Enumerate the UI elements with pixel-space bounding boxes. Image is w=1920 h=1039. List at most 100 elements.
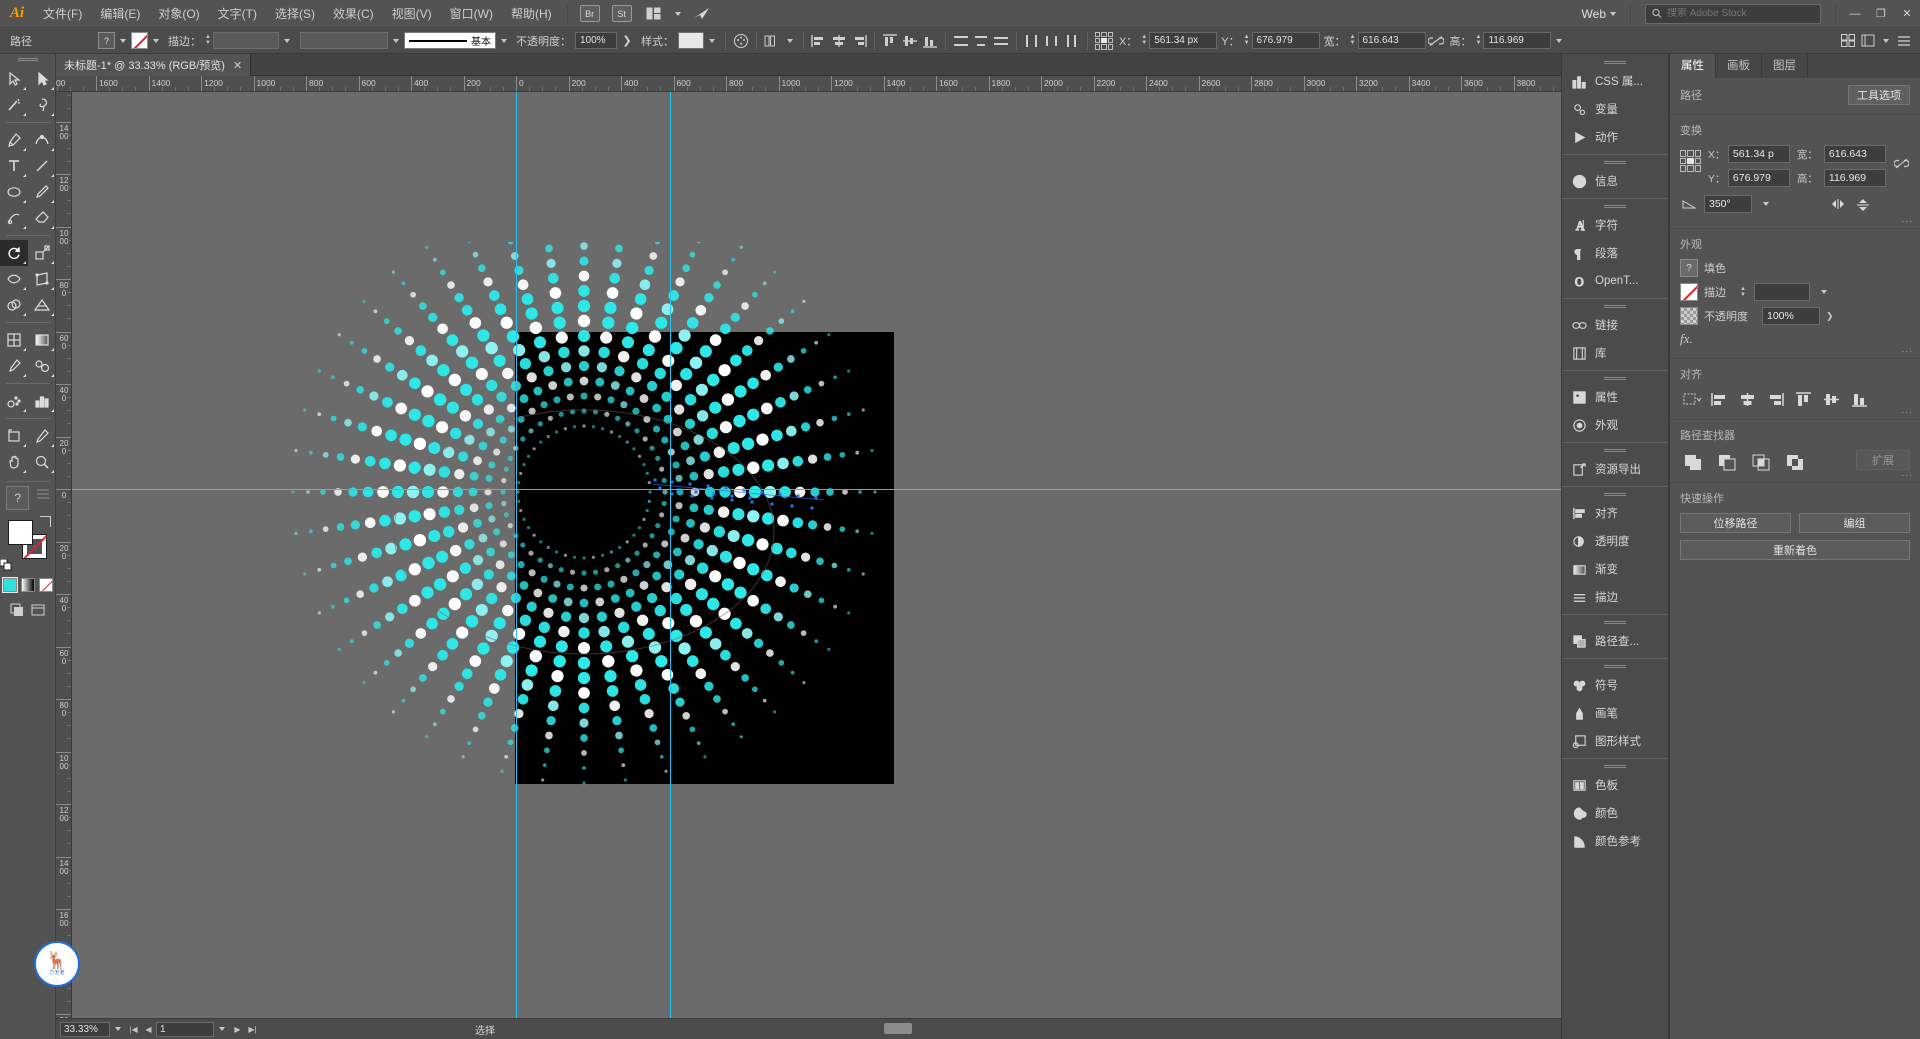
window-restore-button[interactable]: ❐ (1868, 0, 1894, 28)
width-tool[interactable] (0, 266, 28, 292)
scale-tool[interactable] (28, 240, 56, 266)
tab-properties[interactable]: 属性 (1670, 54, 1716, 78)
appearance-more-options-icon[interactable]: ... (1902, 344, 1913, 355)
paintbrush-tool[interactable] (28, 179, 56, 205)
offset-path-button[interactable]: 位移路径 (1680, 513, 1791, 533)
rocket-icon[interactable] (689, 4, 715, 24)
stroke-color-swatch[interactable] (131, 32, 148, 49)
guide-vertical-left[interactable] (516, 92, 517, 1018)
menu-edit[interactable]: 编辑(E) (91, 0, 149, 28)
angle-chevron-down-icon[interactable] (1763, 202, 1769, 206)
stroke-weight-field[interactable] (212, 32, 279, 49)
align-left-icon[interactable] (1708, 389, 1731, 410)
lasso-tool[interactable] (28, 92, 56, 118)
column-graph-tool[interactable] (28, 388, 56, 414)
menu-effect[interactable]: 效果(C) (324, 0, 383, 28)
radial-dot-burst-artwork[interactable] (284, 242, 884, 842)
exclude-icon[interactable] (1782, 450, 1807, 473)
rotate-angle-field[interactable]: 350° (1704, 195, 1752, 213)
artboard-number-field[interactable]: 1 (156, 1021, 214, 1037)
reference-point-selector[interactable] (1093, 30, 1115, 52)
menu-file[interactable]: 文件(F) (34, 0, 91, 28)
dock-item-align[interactable]: 对齐 (1562, 499, 1668, 527)
transform-w-field[interactable]: 616.643 (1357, 32, 1426, 49)
distribute-right-icon[interactable] (1062, 31, 1082, 51)
dock-group-grip[interactable] (1562, 762, 1668, 771)
align-right-icon[interactable] (849, 31, 869, 51)
fx-button[interactable]: fx. (1680, 331, 1693, 347)
artboard-chevron-down-icon[interactable] (219, 1027, 225, 1031)
magic-wand-tool[interactable] (0, 92, 28, 118)
zoom-chevron-down-icon[interactable] (115, 1027, 121, 1031)
brush-chevron-down-icon[interactable] (500, 38, 507, 43)
transform-w-field[interactable]: 616.643 (1823, 145, 1886, 163)
stroke-profile-field[interactable] (299, 32, 388, 49)
shaper-tool[interactable] (0, 205, 28, 231)
align-left-icon[interactable] (809, 31, 829, 51)
tab-artboards[interactable]: 画板 (1716, 54, 1762, 78)
align-top-icon[interactable] (1792, 389, 1815, 410)
dock-group-grip[interactable] (1562, 490, 1668, 499)
dock-item-properties[interactable]: 属性 (1562, 383, 1668, 411)
search-input[interactable] (1666, 8, 1814, 19)
menu-window[interactable]: 窗口(W) (441, 0, 502, 28)
dock-item-variables[interactable]: 变量 (1562, 95, 1668, 123)
symbol-sprayer-tool[interactable] (0, 388, 28, 414)
appearance-stroke-swatch[interactable] (1680, 283, 1698, 301)
canvas-area[interactable] (72, 92, 1561, 1018)
flip-vertical-icon[interactable] (1854, 195, 1872, 213)
stroke-weight-stepper[interactable]: ▲ ▼ (205, 34, 211, 46)
last-page-icon[interactable]: ▶| (245, 1021, 260, 1038)
opacity-options-arrow-icon[interactable]: ❯ (1826, 311, 1834, 322)
prev-page-icon[interactable]: ◀ (141, 1021, 156, 1038)
transform-h-stepper[interactable]: ▲ ▼ (1476, 34, 1482, 46)
transform-y-field[interactable]: 676.979 (1251, 32, 1320, 49)
brush-definition-preview[interactable]: 基本 (403, 32, 496, 49)
distribute-top-icon[interactable] (951, 31, 971, 51)
workspace-switcher[interactable]: Web (1574, 3, 1624, 25)
recolor-artwork-icon[interactable] (731, 31, 751, 51)
blend-tool[interactable] (28, 353, 56, 379)
none-swatch-button[interactable] (38, 578, 53, 592)
dock-item-color[interactable]: 颜色 (1562, 799, 1668, 827)
close-icon[interactable]: ✕ (233, 59, 242, 72)
zoom-level-field[interactable]: 33.33% (60, 1021, 110, 1037)
dock-item-swatches[interactable]: 色板 (1562, 771, 1668, 799)
window-close-button[interactable]: ✕ (1894, 0, 1920, 28)
guide-vertical-right[interactable] (670, 92, 671, 1018)
dock-item-graphic-styles[interactable]: 图形样式 (1562, 727, 1668, 755)
stroke-weight-chevron-down-icon[interactable] (283, 38, 290, 43)
dock-group-grip[interactable] (1562, 302, 1668, 311)
horizontal-scrollbar-thumb[interactable] (884, 1023, 912, 1034)
distribute-center-h-icon[interactable] (1042, 31, 1062, 51)
eyedropper-tool[interactable] (0, 353, 28, 379)
style-chevron-down-icon[interactable] (708, 38, 715, 43)
dock-item-links[interactable]: 链接 (1562, 311, 1668, 339)
document-setup-icon[interactable] (1858, 31, 1878, 51)
transform-h-field[interactable]: 116.969 (1483, 32, 1552, 49)
workspace-options-chevron-down-icon[interactable] (1883, 38, 1889, 43)
zoom-tool[interactable] (28, 449, 56, 475)
align-bottom-icon[interactable] (920, 31, 940, 51)
appearance-stroke-stepper[interactable]: ▲ ▼ (1740, 286, 1746, 298)
dock-item-opentype[interactable]: O OpenT... (1562, 267, 1668, 295)
unite-icon[interactable] (1680, 450, 1705, 473)
dock-item-symbols[interactable]: 符号 (1562, 671, 1668, 699)
dock-item-gradient[interactable]: 渐变 (1562, 555, 1668, 583)
free-transform-tool[interactable] (28, 266, 56, 292)
tab-layers[interactable]: 图层 (1762, 54, 1808, 78)
dock-group-grip[interactable] (1562, 58, 1668, 67)
align-center-h-icon[interactable] (1736, 389, 1759, 410)
swap-fill-stroke-icon[interactable] (40, 516, 51, 527)
curvature-tool[interactable] (28, 127, 56, 153)
shape-builder-tool[interactable] (0, 292, 28, 318)
align-top-icon[interactable] (880, 31, 900, 51)
ellipse-tool[interactable] (0, 179, 28, 205)
default-fill-stroke-icon[interactable] (0, 558, 12, 571)
fill-chevron-down-icon[interactable] (120, 38, 126, 43)
opacity-field[interactable]: 100% (574, 32, 617, 49)
tool-options-button[interactable]: 工具选项 (1848, 85, 1910, 105)
gradient-tool[interactable] (28, 327, 56, 353)
transform-h-field[interactable]: 116.969 (1823, 169, 1886, 187)
pen-tool[interactable] (0, 127, 28, 153)
